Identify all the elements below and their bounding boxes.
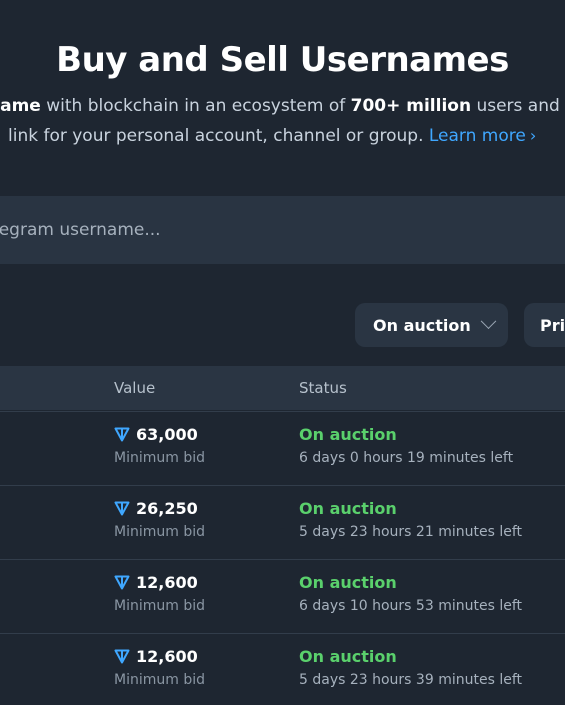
column-header-status: Status bbox=[299, 379, 347, 397]
hero-subtitle-text-3: link for your personal account, channel … bbox=[8, 126, 429, 146]
search-input[interactable] bbox=[0, 196, 565, 264]
time-left: 5 days 23 hours 21 minutes left bbox=[299, 524, 522, 540]
chevron-down-icon bbox=[480, 312, 497, 329]
value-amount: 63,000 bbox=[114, 425, 198, 444]
page-title: Buy and Sell Usernames bbox=[56, 40, 509, 80]
table-row[interactable]: 12,600 Minimum bid On auction 6 days 10 … bbox=[0, 559, 565, 633]
chevron-right-icon: › bbox=[529, 126, 537, 145]
table-row[interactable]: 26,250 Minimum bid On auction 5 days 23 … bbox=[0, 485, 565, 559]
value-amount: 12,600 bbox=[114, 647, 198, 666]
value-label: Minimum bid bbox=[114, 598, 205, 614]
status-badge: On auction bbox=[299, 647, 397, 666]
status-badge: On auction bbox=[299, 573, 397, 592]
hero-subtitle-text-2: users and a bbox=[476, 96, 565, 116]
value-label: Minimum bid bbox=[114, 450, 205, 466]
table-header: Value Status bbox=[0, 366, 565, 410]
value-text: 63,000 bbox=[136, 425, 198, 444]
hero-subtitle-line-1: name with blockchain in an ecosystem of … bbox=[0, 96, 565, 116]
learn-more-link[interactable]: Learn more › bbox=[429, 126, 536, 146]
value-label: Minimum bid bbox=[114, 524, 205, 540]
table-row[interactable]: 63,000 Minimum bid On auction 6 days 0 h… bbox=[0, 411, 565, 485]
hero-subtitle-bold-2: 700+ million bbox=[350, 96, 472, 116]
page: Buy and Sell Usernames name with blockch… bbox=[0, 0, 565, 705]
learn-more-label: Learn more bbox=[428, 126, 526, 146]
value-text: 26,250 bbox=[136, 499, 198, 518]
time-left: 5 days 23 hours 39 minutes left bbox=[299, 672, 522, 688]
ton-diamond-icon bbox=[114, 501, 130, 516]
status-filter-label: On auction bbox=[373, 315, 471, 335]
status-badge: On auction bbox=[299, 425, 397, 444]
price-filter-dropdown[interactable]: Pri bbox=[524, 303, 565, 347]
price-filter-label: Pri bbox=[540, 315, 565, 335]
hero-subtitle-line-2: link for your personal account, channel … bbox=[8, 126, 536, 146]
status-badge: On auction bbox=[299, 499, 397, 518]
search-bar bbox=[0, 196, 565, 264]
value-amount: 26,250 bbox=[114, 499, 198, 518]
value-label: Minimum bid bbox=[114, 672, 205, 688]
ton-diamond-icon bbox=[114, 427, 130, 442]
time-left: 6 days 10 hours 53 minutes left bbox=[299, 598, 522, 614]
hero-subtitle-text-1: with blockchain in an ecosystem of bbox=[40, 96, 351, 116]
column-header-value: Value bbox=[114, 379, 156, 397]
value-text: 12,600 bbox=[136, 573, 198, 592]
status-filter-dropdown[interactable]: On auction bbox=[355, 303, 508, 347]
ton-diamond-icon bbox=[114, 575, 130, 590]
ton-diamond-icon bbox=[114, 649, 130, 664]
value-amount: 12,600 bbox=[114, 573, 198, 592]
time-left: 6 days 0 hours 19 minutes left bbox=[299, 450, 514, 466]
table-row[interactable]: 12,600 Minimum bid On auction 5 days 23 … bbox=[0, 633, 565, 705]
value-text: 12,600 bbox=[136, 647, 198, 666]
hero-subtitle-bold-1: name bbox=[0, 96, 41, 116]
